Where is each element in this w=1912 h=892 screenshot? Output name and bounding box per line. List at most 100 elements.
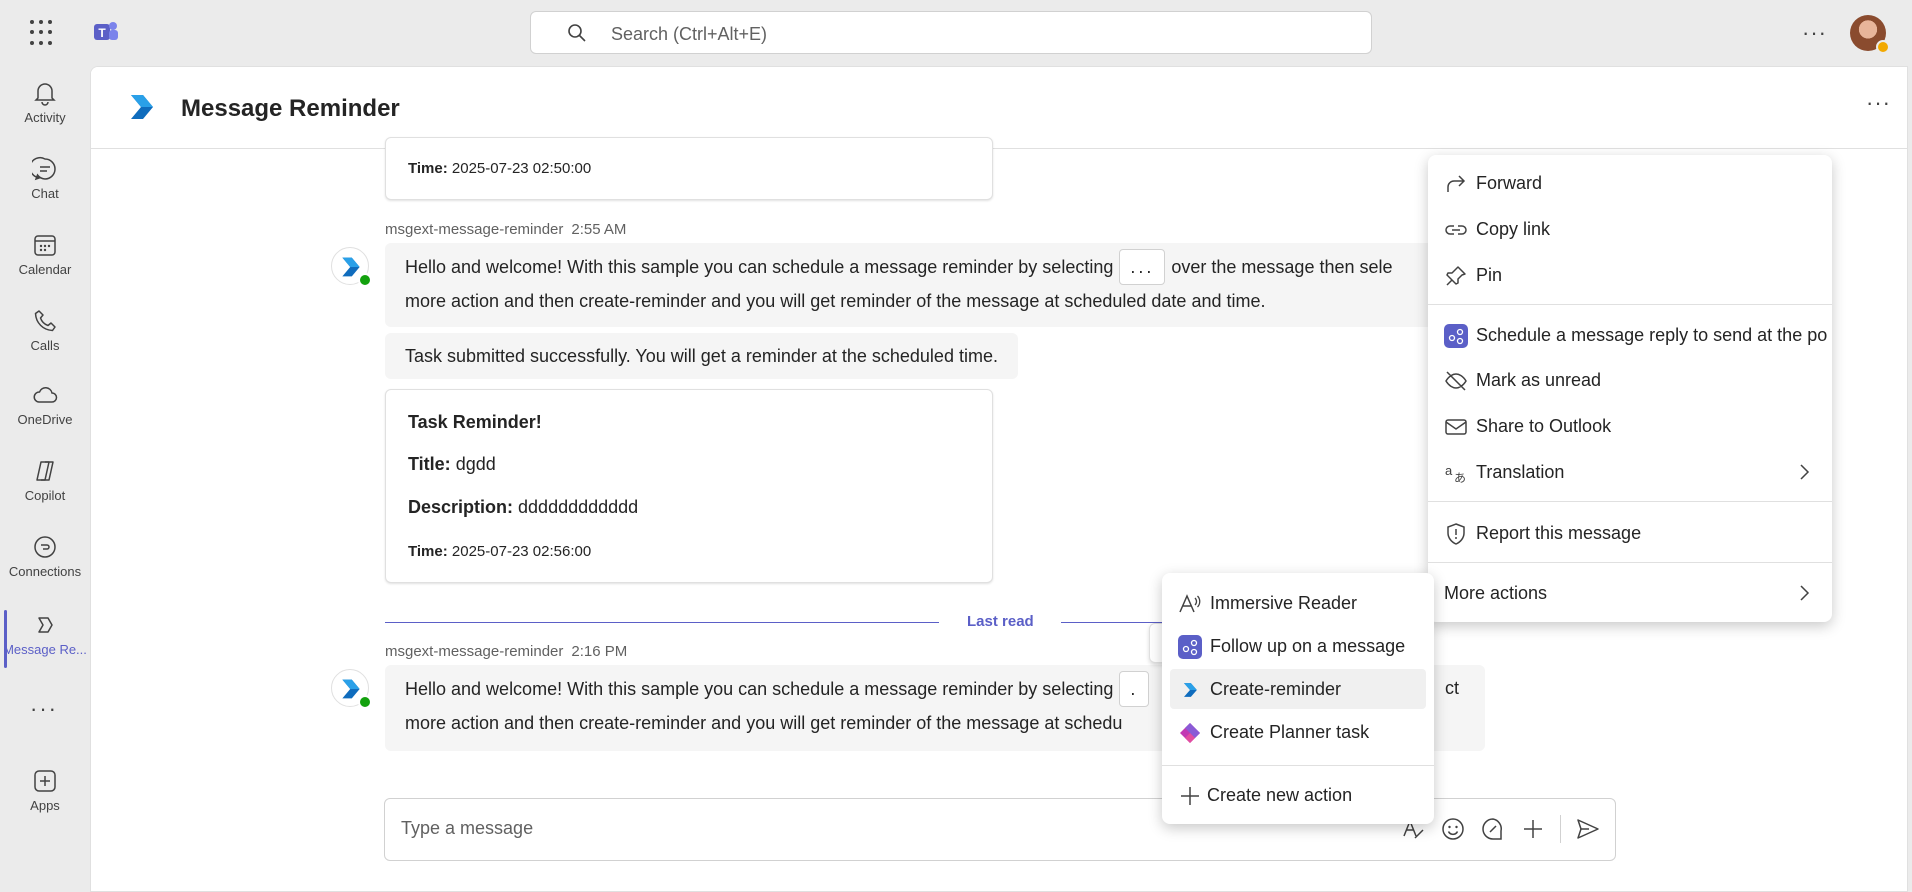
pin-icon (1446, 266, 1466, 286)
bot-avatar[interactable] (331, 669, 372, 709)
message-meta: msgext-message-reminder 2:55 AM (385, 221, 626, 238)
plus-icon (1181, 787, 1199, 805)
rail-label: Activity (24, 110, 66, 125)
menu-item-more-actions[interactable]: More actions (1428, 573, 1832, 613)
top-bar: T Search (Ctrl+Alt+E) ··· (0, 0, 1912, 66)
connections-icon (34, 536, 56, 558)
bot-avatar[interactable] (331, 247, 372, 287)
rail-label: Calendar (18, 262, 72, 277)
more-options-chip: . (1119, 671, 1150, 707)
search-input[interactable]: Search (Ctrl+Alt+E) (530, 11, 1372, 54)
chevron-right-icon (1800, 464, 1810, 480)
rail-item-calls[interactable]: Calls (0, 298, 90, 368)
last-read-label: Last read (967, 613, 1034, 630)
rail-item-calendar[interactable]: Calendar (0, 222, 90, 292)
rail-more-icon[interactable]: ··· (30, 696, 58, 722)
left-rail: Activity Chat Calendar Calls OneDrive Co… (0, 66, 90, 892)
card-time: Time: 2025-07-23 02:50:00 (408, 160, 592, 177)
message-line: more action and then create-reminder and… (405, 291, 1266, 311)
more-actions-submenu: Immersive Reader Follow up on a message … (1162, 573, 1434, 824)
rail-item-connections[interactable]: Connections (0, 524, 90, 594)
message-bubble[interactable]: Hello and welcome! With this sample you … (385, 243, 1485, 327)
message-reminder-logo-icon (131, 95, 153, 119)
rail-item-chat[interactable]: Chat (0, 146, 90, 216)
menu-item-create-new-action[interactable]: Create new action (1162, 775, 1434, 815)
forward-icon (1447, 175, 1466, 192)
rail-label: Connections (8, 564, 82, 579)
user-avatar[interactable] (1850, 15, 1890, 54)
search-icon (568, 24, 586, 42)
app-header: Message Reminder ··· (91, 67, 1907, 149)
message-line: Hello and welcome! With this sample you … (405, 249, 1465, 285)
menu-item-translation[interactable]: aあ Translation (1428, 452, 1832, 492)
rail-item-message-reminder[interactable]: Message Re... (0, 602, 90, 672)
online-status-badge (358, 273, 372, 287)
rail-label: OneDrive (17, 412, 73, 427)
card-time: Time: 2025-07-23 02:56:00 (408, 543, 592, 560)
toolbar-divider (1560, 815, 1561, 843)
settings-more-icon[interactable]: ··· (1802, 20, 1827, 46)
teams-logo-icon: T (94, 22, 118, 40)
card-heading: Task Reminder! (408, 412, 542, 432)
compose-placeholder: Type a message (401, 818, 534, 838)
card-title: Title: dgdd (408, 454, 496, 474)
message-reminder-app-icon (1184, 683, 1197, 697)
menu-item-copy-link[interactable]: Copy link (1428, 209, 1832, 249)
send-icon[interactable] (1575, 816, 1601, 842)
emoji-icon[interactable] (1440, 816, 1466, 842)
message-time: 2:16 PM (571, 643, 628, 660)
rail-label: Chat (31, 186, 59, 201)
add-icon[interactable] (1520, 816, 1546, 842)
menu-item-schedule-reply[interactable]: Schedule a message reply to send at the … (1428, 315, 1832, 355)
mark-unread-icon (1445, 371, 1467, 391)
menu-item-pin[interactable]: Pin (1428, 255, 1832, 295)
menu-item-create-planner-task[interactable]: Create Planner task (1162, 712, 1434, 752)
task-reminder-card: Task Reminder! Title: dgdd Description: … (385, 389, 993, 583)
menu-item-report[interactable]: Report this message (1428, 513, 1832, 553)
chat-icon (32, 156, 56, 181)
link-icon (1445, 225, 1467, 235)
svg-text:T: T (98, 26, 106, 40)
rail-label: Apps (30, 798, 60, 813)
away-status-badge (1876, 40, 1890, 54)
loop-icon[interactable] (1480, 816, 1506, 842)
svg-text:a: a (1445, 463, 1453, 478)
message-reminder-app-icon (38, 617, 53, 633)
reminder-card-previous: Time: 2025-07-23 02:50:00 (385, 137, 993, 200)
chevron-right-icon (1800, 585, 1810, 601)
cloud-icon (33, 386, 58, 403)
rail-label: Message Re... (3, 642, 87, 657)
message-context-menu: Forward Copy link Pin Schedule a message… (1428, 155, 1832, 622)
menu-item-mark-unread[interactable]: Mark as unread (1428, 360, 1832, 400)
rail-item-activity[interactable]: Activity (0, 70, 90, 140)
search-placeholder: Search (Ctrl+Alt+E) (611, 24, 768, 44)
menu-item-create-reminder[interactable]: Create-reminder (1170, 669, 1426, 709)
svg-text:あ: あ (1454, 471, 1466, 485)
shield-icon (1447, 523, 1465, 545)
copilot-icon (36, 461, 54, 481)
sender-name: msgext-message-reminder (385, 221, 564, 238)
message-meta: msgext-message-reminder 2:16 PM (385, 643, 627, 660)
menu-item-follow-up[interactable]: Follow up on a message (1162, 626, 1434, 666)
header-more-icon[interactable]: ··· (1866, 90, 1891, 116)
menu-item-share-outlook[interactable]: Share to Outlook (1428, 406, 1832, 446)
schedule-reply-app-icon (1444, 324, 1468, 348)
calendar-icon (34, 235, 56, 256)
mail-icon (1445, 419, 1467, 435)
page-title: Message Reminder (181, 95, 400, 122)
planner-icon (1180, 723, 1200, 743)
message-time: 2:55 AM (571, 221, 627, 238)
rail-item-apps[interactable]: Apps (0, 758, 90, 828)
rail-label: Copilot (24, 488, 66, 503)
menu-item-immersive-reader[interactable]: Immersive Reader (1162, 583, 1434, 623)
add-apps-icon (34, 770, 56, 792)
bell-icon (34, 83, 56, 106)
sender-name: msgext-message-reminder (385, 643, 564, 660)
app-launcher-icon[interactable] (30, 20, 56, 46)
menu-item-forward[interactable]: Forward (1428, 163, 1832, 203)
rail-item-copilot[interactable]: Copilot (0, 448, 90, 518)
system-message-bubble[interactable]: Task submitted successfully. You will ge… (385, 333, 1018, 379)
immersive-reader-icon (1179, 594, 1201, 613)
phone-icon (34, 310, 56, 332)
rail-item-onedrive[interactable]: OneDrive (0, 372, 90, 442)
